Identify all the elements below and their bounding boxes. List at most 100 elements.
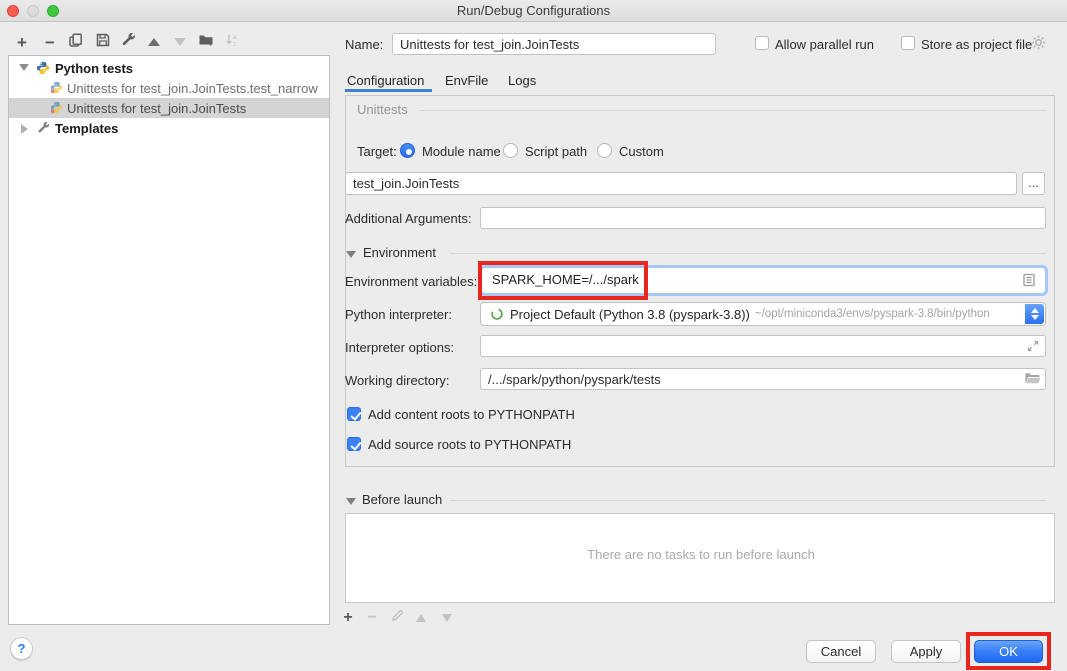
before-launch-task-list: There are no tasks to run before launch: [345, 513, 1055, 603]
environment-collapse-icon[interactable]: [346, 251, 356, 258]
add-configuration-button[interactable]: +: [12, 32, 32, 52]
move-down-button: [170, 32, 190, 52]
edit-templates-button[interactable]: [119, 32, 139, 52]
minimize-button[interactable]: [27, 5, 39, 17]
minus-icon: −: [45, 34, 55, 51]
name-input[interactable]: [392, 33, 716, 55]
python-test-icon: [50, 81, 63, 97]
copy-configuration-button[interactable]: [66, 32, 86, 52]
annotation-box-env-vars: [478, 261, 648, 300]
tree-item-label: Python tests: [55, 61, 133, 76]
save-configuration-button[interactable]: [93, 32, 113, 52]
new-folder-icon: [198, 32, 215, 53]
help-button[interactable]: ?: [10, 637, 33, 660]
conda-env-icon: [490, 307, 504, 321]
target-custom-label: Custom: [619, 144, 664, 159]
annotation-box-ok: [966, 632, 1051, 670]
save-icon: [95, 32, 111, 53]
section-divider: [450, 253, 1046, 254]
python-interpreter-path: ~/opt/miniconda3/envs/pyspark-3.8/bin/py…: [755, 308, 990, 320]
move-up-button[interactable]: [144, 32, 164, 52]
python-test-icon: [50, 101, 63, 117]
sort-configurations-button: az: [222, 32, 242, 52]
env-vars-list-icon[interactable]: [1021, 272, 1037, 293]
group-divider: [420, 110, 1046, 111]
before-launch-collapse-icon[interactable]: [346, 498, 356, 505]
plus-icon: +: [17, 34, 27, 51]
unittests-group-title: Unittests: [357, 102, 408, 117]
active-tab-indicator: [345, 89, 432, 92]
section-divider: [450, 500, 1046, 501]
allow-parallel-run-label: Allow parallel run: [775, 37, 874, 52]
move-up-icon: [148, 38, 160, 46]
gear-icon[interactable]: [1030, 34, 1047, 56]
target-module-name-label: Module name: [422, 144, 501, 159]
pencil-icon: [390, 608, 405, 628]
move-task-down-button: [437, 608, 457, 628]
remove-task-button: −: [362, 608, 382, 628]
store-as-project-file-checkbox[interactable]: [901, 36, 915, 50]
cancel-button[interactable]: Cancel: [806, 640, 876, 663]
working-directory-input[interactable]: [480, 368, 1046, 390]
before-launch-empty-text: There are no tasks to run before launch: [346, 547, 1056, 562]
interpreter-options-label: Interpreter options:: [345, 340, 454, 355]
target-module-name-radio[interactable]: [400, 143, 415, 158]
tree-item-config-narrow[interactable]: Unittests for test_join.JoinTests.test_n…: [9, 78, 329, 98]
python-interpreter-label: Python interpreter:: [345, 307, 452, 322]
tab-configuration[interactable]: Configuration: [347, 73, 424, 88]
remove-configuration-button[interactable]: −: [40, 32, 60, 52]
apply-button[interactable]: Apply: [891, 640, 961, 663]
configurations-tree: Python tests Unittests for test_join.Joi…: [8, 55, 330, 625]
python-interpreter-select[interactable]: Project Default (Python 3.8 (pyspark-3.8…: [480, 302, 1046, 326]
name-label: Name:: [345, 37, 383, 52]
additional-arguments-input[interactable]: [480, 207, 1046, 229]
target-label: Target:: [357, 144, 397, 159]
zoom-button[interactable]: [47, 5, 59, 17]
edit-task-button: [387, 608, 407, 628]
chevron-right-icon[interactable]: [21, 124, 28, 134]
tree-item-templates[interactable]: Templates: [9, 118, 329, 138]
expand-icon[interactable]: [1026, 339, 1040, 358]
browse-button[interactable]: ...: [1022, 172, 1045, 195]
interpreter-options-input[interactable]: [480, 335, 1046, 357]
tab-envfile[interactable]: EnvFile: [445, 73, 488, 88]
target-custom-radio[interactable]: [597, 143, 612, 158]
environment-variables-label: Environment variables:: [345, 274, 477, 289]
tree-item-config-selected[interactable]: Unittests for test_join.JoinTests: [9, 98, 329, 118]
allow-parallel-run-checkbox[interactable]: [755, 36, 769, 50]
environment-section-title[interactable]: Environment: [363, 245, 436, 260]
store-as-project-file-label: Store as project file: [921, 37, 1032, 52]
target-script-path-label: Script path: [525, 144, 587, 159]
svg-text:z: z: [233, 41, 236, 48]
chevron-down-icon[interactable]: [19, 64, 29, 71]
tab-logs[interactable]: Logs: [508, 73, 536, 88]
window-title: Run/Debug Configurations: [0, 0, 1067, 21]
folder-icon[interactable]: [1024, 371, 1041, 391]
svg-text:a: a: [233, 34, 237, 41]
add-source-roots-checkbox[interactable]: [347, 437, 361, 451]
working-directory-label: Working directory:: [345, 373, 450, 388]
new-folder-button[interactable]: [196, 32, 216, 52]
tree-item-label: Templates: [55, 121, 118, 136]
title-bar: Run/Debug Configurations: [0, 0, 1067, 22]
copy-icon: [68, 32, 84, 53]
sort-alpha-icon: az: [224, 32, 240, 53]
module-name-input[interactable]: [345, 172, 1017, 195]
additional-arguments-label: Additional Arguments:: [345, 211, 471, 226]
before-launch-section-title[interactable]: Before launch: [362, 492, 442, 507]
combo-chevrons-icon[interactable]: [1025, 304, 1044, 324]
wrench-icon: [121, 32, 137, 53]
add-task-button[interactable]: +: [338, 608, 358, 628]
add-source-roots-label: Add source roots to PYTHONPATH: [368, 437, 571, 452]
move-down-icon: [174, 38, 186, 46]
python-icon: [36, 61, 50, 78]
add-content-roots-checkbox[interactable]: [347, 407, 361, 421]
wrench-icon: [37, 121, 51, 138]
tree-item-python-tests[interactable]: Python tests: [9, 58, 329, 78]
close-button[interactable]: [7, 5, 19, 17]
add-content-roots-label: Add content roots to PYTHONPATH: [368, 407, 575, 422]
target-script-path-radio[interactable]: [503, 143, 518, 158]
python-interpreter-value: Project Default (Python 3.8 (pyspark-3.8…: [510, 307, 750, 322]
move-task-up-button: [411, 608, 431, 628]
tree-item-label: Unittests for test_join.JoinTests: [67, 101, 246, 116]
